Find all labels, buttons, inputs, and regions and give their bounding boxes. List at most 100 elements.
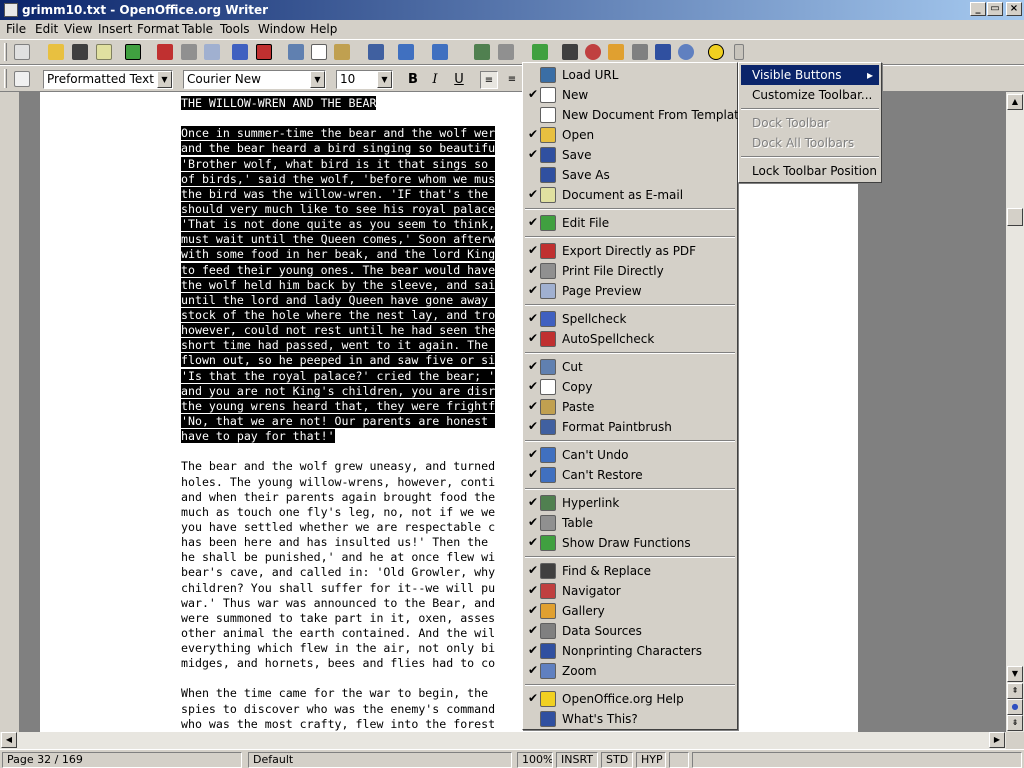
print-icon[interactable] — [181, 44, 197, 60]
selected-text[interactable]: the young wrens heard that, they were fr… — [181, 398, 496, 413]
menu-item-email[interactable]: ✔ Document as E-mail — [523, 185, 737, 205]
menu-item-new-document[interactable]: ✔ New — [523, 85, 737, 105]
folder-open-icon[interactable] — [48, 44, 64, 60]
navigation-icon[interactable]: ● — [1007, 699, 1023, 715]
email-icon[interactable] — [96, 44, 112, 60]
restore-button[interactable]: ▭ — [987, 2, 1003, 16]
paragraph-style-select[interactable]: Preformatted Text ▼ — [43, 70, 173, 89]
menu-item-print[interactable]: ✔ Print File Directly — [523, 261, 737, 281]
selected-text[interactable]: have to pay for that!' — [181, 429, 335, 444]
menu-item-navigator[interactable]: ✔ Navigator — [523, 581, 737, 601]
hyperlink-icon[interactable] — [474, 44, 490, 60]
menu-item-gallery[interactable]: ✔ Gallery — [523, 601, 737, 621]
zoom-icon[interactable] — [678, 44, 694, 60]
selected-text[interactable]: and the bear heard a bird singing so bea… — [181, 141, 496, 156]
menu-item-edit-file[interactable]: ✔ Edit File — [523, 213, 737, 233]
pilcrow-icon[interactable] — [655, 44, 671, 60]
menu-item-help[interactable]: ✔ OpenOffice.org Help — [523, 689, 737, 709]
selection-mode[interactable]: STD — [601, 752, 633, 768]
copy-icon[interactable] — [311, 44, 327, 60]
autospellcheck-icon[interactable] — [256, 44, 272, 60]
redo-icon[interactable] — [432, 44, 448, 60]
menu-item-cut[interactable]: ✔ Cut — [523, 357, 737, 377]
align-center-icon[interactable]: ≡ — [503, 71, 521, 89]
stylist-icon[interactable] — [14, 71, 30, 87]
menu-view[interactable]: View — [64, 22, 92, 36]
bold-button[interactable]: B — [404, 71, 422, 89]
selected-text[interactable]: to feed their young ones. The bear would… — [181, 262, 496, 277]
menu-item-draw-functions[interactable]: ✔ Show Draw Functions — [523, 533, 737, 553]
selected-text[interactable]: 'Brother wolf, what bird is it that sing… — [181, 156, 496, 171]
document-area[interactable]: THE WILLOW-WREN AND THE BEAR Once in summ… — [20, 92, 1006, 732]
selected-text[interactable]: Once in summer-time the bear and the wol… — [181, 126, 496, 141]
selected-text[interactable]: of birds,' said the wolf, 'before whom w… — [181, 171, 496, 186]
paintbrush-icon[interactable] — [368, 44, 384, 60]
menu-table[interactable]: Table — [182, 22, 213, 36]
next-page-icon[interactable]: ⇟ — [1007, 715, 1023, 731]
pdf-icon[interactable] — [157, 44, 173, 60]
menu-item-template[interactable]: New Document From Template — [523, 105, 746, 125]
selected-text[interactable]: the bird was the willow-wren. 'IF that's… — [181, 186, 496, 201]
chevron-down-icon[interactable]: ▼ — [157, 71, 172, 88]
paste-icon[interactable] — [334, 44, 350, 60]
menu-item-paste[interactable]: ✔ Paste — [523, 397, 737, 417]
table-icon[interactable] — [498, 44, 514, 60]
menu-item-load-url[interactable]: Load URL — [523, 65, 737, 85]
menu-item-pdf[interactable]: ✔ Export Directly as PDF — [523, 241, 737, 261]
scroll-left-icon[interactable]: ◀ — [1, 732, 17, 748]
draw-functions-icon[interactable] — [532, 44, 548, 60]
selected-text[interactable]: stock of the hole where the nest lay, an… — [181, 307, 496, 322]
selected-text[interactable]: short time had passed, went to it again.… — [181, 338, 496, 353]
submenu-item-visible-buttons[interactable]: Visible Buttons ▸ — [741, 65, 879, 85]
menu-item-undo[interactable]: ✔ Can't Undo — [523, 445, 737, 465]
chevron-down-icon[interactable]: ▼ — [377, 71, 392, 88]
scroll-right-icon[interactable]: ▶ — [989, 732, 1005, 748]
menu-item-save[interactable]: ✔ Save — [523, 145, 737, 165]
selected-text[interactable]: the wolf held him back by the sleeve, an… — [181, 277, 496, 292]
minimize-button[interactable]: _ — [970, 2, 986, 16]
binoculars-icon[interactable] — [562, 44, 578, 60]
selected-text[interactable]: 'Is that the royal palace?' cried the be… — [181, 368, 496, 383]
menu-item-table[interactable]: ✔ Table — [523, 513, 737, 533]
menu-item-paintbrush[interactable]: ✔ Format Paintbrush — [523, 417, 737, 437]
menu-insert[interactable]: Insert — [98, 22, 132, 36]
page-preview-icon[interactable] — [204, 44, 220, 60]
previous-page-icon[interactable]: ⇞ — [1007, 683, 1023, 699]
scroll-thumb[interactable] — [1007, 208, 1023, 226]
menu-window[interactable]: Window — [258, 22, 305, 36]
save-icon[interactable] — [72, 44, 88, 60]
vertical-scrollbar[interactable]: ▲ ▼ ⇞ ● ⇟ — [1006, 92, 1024, 732]
submenu-item-customize-toolbar[interactable]: Customize Toolbar... — [741, 85, 879, 105]
menu-item-spellcheck[interactable]: ✔ Spellcheck — [523, 309, 737, 329]
data-sources-icon[interactable] — [632, 44, 648, 60]
spellcheck-icon[interactable] — [232, 44, 248, 60]
scroll-up-icon[interactable]: ▲ — [1007, 94, 1023, 110]
new-document-icon[interactable] — [14, 44, 30, 60]
selected-text[interactable]: however, could not rest until he had see… — [181, 323, 496, 338]
menu-help[interactable]: Help — [310, 22, 337, 36]
navigator-icon[interactable] — [585, 44, 601, 60]
italic-button[interactable]: I — [426, 71, 444, 89]
page-style[interactable]: Default — [248, 752, 512, 768]
selected-text[interactable]: THE WILLOW-WREN AND THE BEAR — [181, 96, 377, 110]
help-icon[interactable] — [708, 44, 724, 60]
selected-text[interactable]: 'That is not done quite as you seem to t… — [181, 217, 496, 232]
font-name-select[interactable]: Courier New ▼ — [183, 70, 326, 89]
menu-item-whats-this[interactable]: What's This? — [523, 709, 737, 729]
scroll-down-icon[interactable]: ▼ — [1007, 666, 1023, 682]
menu-tools[interactable]: Tools — [220, 22, 250, 36]
undo-icon[interactable] — [398, 44, 414, 60]
align-left-icon[interactable]: ≡ — [480, 71, 498, 89]
menu-item-zoom[interactable]: ✔ Zoom — [523, 661, 737, 681]
menu-item-hyperlink[interactable]: ✔ Hyperlink — [523, 493, 737, 513]
submenu-item-lock-toolbar-position[interactable]: Lock Toolbar Position — [741, 161, 879, 181]
menu-item-copy[interactable]: ✔ Copy — [523, 377, 737, 397]
selected-text[interactable]: until the lord and lady Queen have gone … — [181, 292, 496, 307]
toolbar-options-icon[interactable] — [734, 44, 744, 60]
menu-edit[interactable]: Edit — [35, 22, 58, 36]
cut-icon[interactable] — [288, 44, 304, 60]
selected-text[interactable]: 'No, that we are not! Our parents are ho… — [181, 413, 496, 428]
page-indicator[interactable]: Page 32 / 169 — [2, 752, 242, 768]
menu-item-page-preview[interactable]: ✔ Page Preview — [523, 281, 737, 301]
menu-item-autospellcheck[interactable]: ✔ AutoSpellcheck — [523, 329, 737, 349]
